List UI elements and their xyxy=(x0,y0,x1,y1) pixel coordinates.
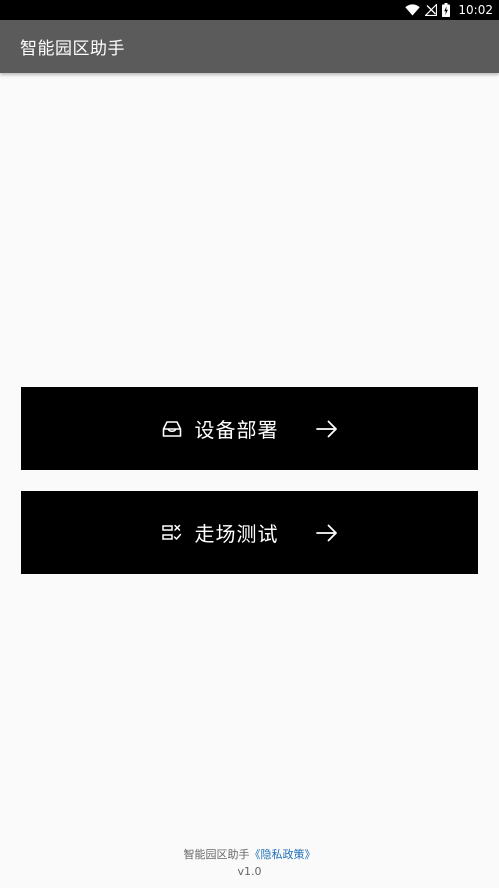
status-bar: 10:02 xyxy=(0,0,499,20)
app-bar: 智能园区助手 xyxy=(0,20,499,73)
device-deploy-label: 设备部署 xyxy=(194,418,279,442)
footer-app-name: 智能园区助手 xyxy=(183,848,250,861)
walk-test-button[interactable]: 走场测试 xyxy=(21,491,478,574)
app-title: 智能园区助手 xyxy=(20,39,125,59)
arrow-right-icon xyxy=(315,417,339,441)
footer: 智能园区助手《隐私政策》 v1.0 xyxy=(0,846,499,880)
no-signal-icon xyxy=(425,4,438,16)
privacy-policy-link[interactable]: 《隐私政策》 xyxy=(250,848,316,861)
battery-charging-icon xyxy=(442,3,451,17)
footer-line: 智能园区助手《隐私政策》 xyxy=(0,846,499,863)
status-icons: 10:02 xyxy=(405,3,493,17)
device-deploy-button[interactable]: 设备部署 xyxy=(21,387,478,470)
wifi-icon xyxy=(405,4,421,16)
device-icon xyxy=(161,418,183,440)
version-text: v1.0 xyxy=(237,865,262,878)
walk-test-label: 走场测试 xyxy=(194,522,279,546)
status-time: 10:02 xyxy=(458,3,493,17)
arrow-right-icon xyxy=(315,521,339,545)
checklist-icon xyxy=(161,522,183,544)
